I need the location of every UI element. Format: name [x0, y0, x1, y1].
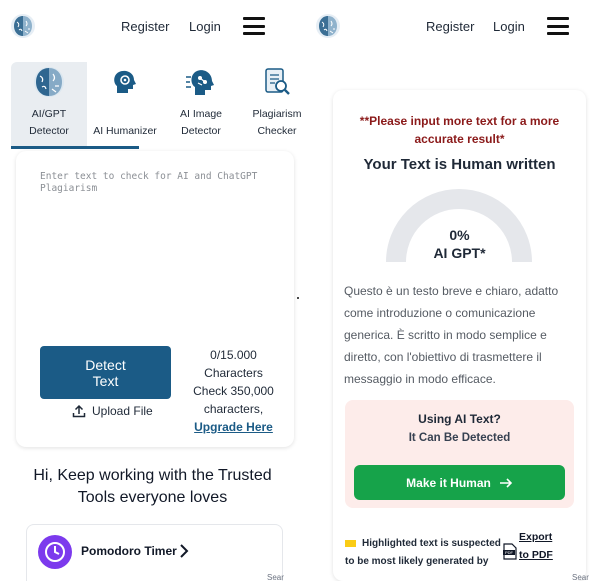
highlight-swatch [345, 540, 356, 547]
tab-ai-humanizer[interactable]: AI Humanizer [87, 62, 163, 146]
export-line1: Export [519, 531, 553, 543]
right-pane: Register Login **Please input more text … [305, 0, 610, 581]
tab-label-line2: AI Humanizer [93, 125, 157, 137]
separator-dot [297, 297, 299, 299]
warning-line2: accurate result* [414, 132, 505, 146]
pomodoro-timer-label: Pomodoro Timer [81, 544, 177, 558]
make-it-human-button[interactable]: Make it Human [354, 465, 565, 500]
result-card: **Please input more text for a more accu… [333, 90, 586, 581]
legend-line2: to be most likely generated by [345, 556, 489, 567]
arrow-right-icon [499, 477, 512, 488]
brain-logo-icon[interactable] [315, 13, 341, 39]
tool-tabs: AI/GPT Detector AI Humanizer AI Image De… [11, 62, 302, 150]
upload-file-label: Upload File [92, 404, 153, 418]
ai-head-icon [186, 70, 214, 95]
detector-card: Detect Text Upload File 0/15.000 Charact… [16, 151, 294, 447]
using-ai-question: Using AI Text? [418, 412, 501, 426]
register-link[interactable]: Register [426, 19, 474, 34]
trusted-tools-heading: Hi, Keep working with the Trusted Tools … [0, 465, 305, 509]
heading-line1: Hi, Keep working with the Trusted [33, 467, 272, 484]
brain-logo-icon[interactable] [10, 13, 36, 39]
analyzed-text-line: Questo è un testo breve e chiaro, adatto [344, 284, 559, 298]
left-pane: Register Login AI/GPT Detector AI Humani… [0, 0, 305, 581]
upload-icon [72, 404, 86, 418]
tab-ai-gpt-detector[interactable]: AI/GPT Detector [11, 62, 87, 146]
export-line2: to PDF [519, 549, 553, 561]
gauge-label: AI GPT* [433, 245, 486, 261]
tab-label-line1: AI/GPT [31, 108, 67, 120]
check-limit-line2: characters, [203, 402, 264, 416]
highlight-legend: Highlighted text is suspected [345, 538, 501, 549]
gauge-percent: 0% [449, 227, 470, 243]
analyzed-text: Questo è un testo breve e chiaro, adatto… [344, 280, 574, 390]
head-gear-icon [114, 70, 136, 93]
tab-ai-image-detector[interactable]: AI Image Detector [163, 62, 239, 146]
tab-label-line2: Detector [181, 125, 221, 137]
char-count: 0/15.000 [210, 348, 257, 362]
heading-line2: Tools everyone loves [77, 489, 228, 506]
upgrade-link[interactable]: Upgrade Here [176, 418, 291, 436]
accuracy-warning: **Please input more text for a more accu… [345, 112, 574, 148]
header: Register Login [305, 0, 610, 54]
tab-label-line1: Plagiarism [252, 108, 302, 120]
pdf-icon: PDF [503, 543, 517, 560]
tab-label-line2: Detector [29, 125, 69, 137]
can-be-detected-text: It Can Be Detected [408, 432, 511, 444]
header: Register Login [0, 0, 305, 54]
svg-text:PDF: PDF [505, 550, 514, 555]
humanize-promo-box: Using AI Text? It Can Be Detected Make i… [345, 400, 574, 508]
char-unit: Characters [204, 366, 263, 380]
analyzed-text-line: diretto, con l'obiettivo di trasmettere … [344, 350, 542, 364]
tab-label-line2: Checker [257, 125, 297, 137]
warning-line1: **Please input more text for a more [359, 114, 560, 128]
tab-label-line1: AI Image [179, 108, 223, 120]
menu-icon[interactable] [547, 17, 569, 35]
check-limit-line1: Check 350,000 [193, 384, 274, 398]
tab-plagiarism-checker[interactable]: Plagiarism Checker [239, 62, 305, 146]
upload-file-button[interactable]: Upload File [72, 404, 153, 418]
text-input[interactable] [40, 171, 276, 331]
menu-icon[interactable] [243, 17, 265, 35]
clock-icon [38, 535, 72, 569]
detect-button-line1: Detect [85, 356, 126, 373]
character-counter: 0/15.000 Characters Check 350,000 charac… [176, 346, 291, 436]
detect-text-button[interactable]: Detect Text [40, 346, 171, 399]
brain-icon [34, 67, 64, 97]
login-link[interactable]: Login [189, 19, 221, 34]
pomodoro-timer-card[interactable]: Pomodoro Timer [26, 524, 283, 581]
make-it-human-label: Make it Human [406, 475, 491, 490]
ad-label[interactable]: Sear [572, 573, 589, 581]
analyzed-text-line: generica. È scritto in modo semplice e [344, 328, 547, 342]
legend-line1: Highlighted text is suspected [362, 538, 501, 549]
login-link[interactable]: Login [493, 19, 525, 34]
ad-label[interactable]: Sear [267, 573, 284, 581]
chevron-right-icon [180, 544, 189, 558]
register-link[interactable]: Register [121, 19, 169, 34]
analyzed-text-line: come introduzione o comunicazione [344, 306, 536, 320]
result-title: Your Text is Human written [363, 156, 556, 173]
active-tab-indicator [11, 146, 139, 149]
detect-button-line2: Text [92, 372, 119, 389]
analyzed-text-line: messaggio in modo efficace. [344, 372, 496, 386]
document-search-icon [265, 68, 290, 95]
